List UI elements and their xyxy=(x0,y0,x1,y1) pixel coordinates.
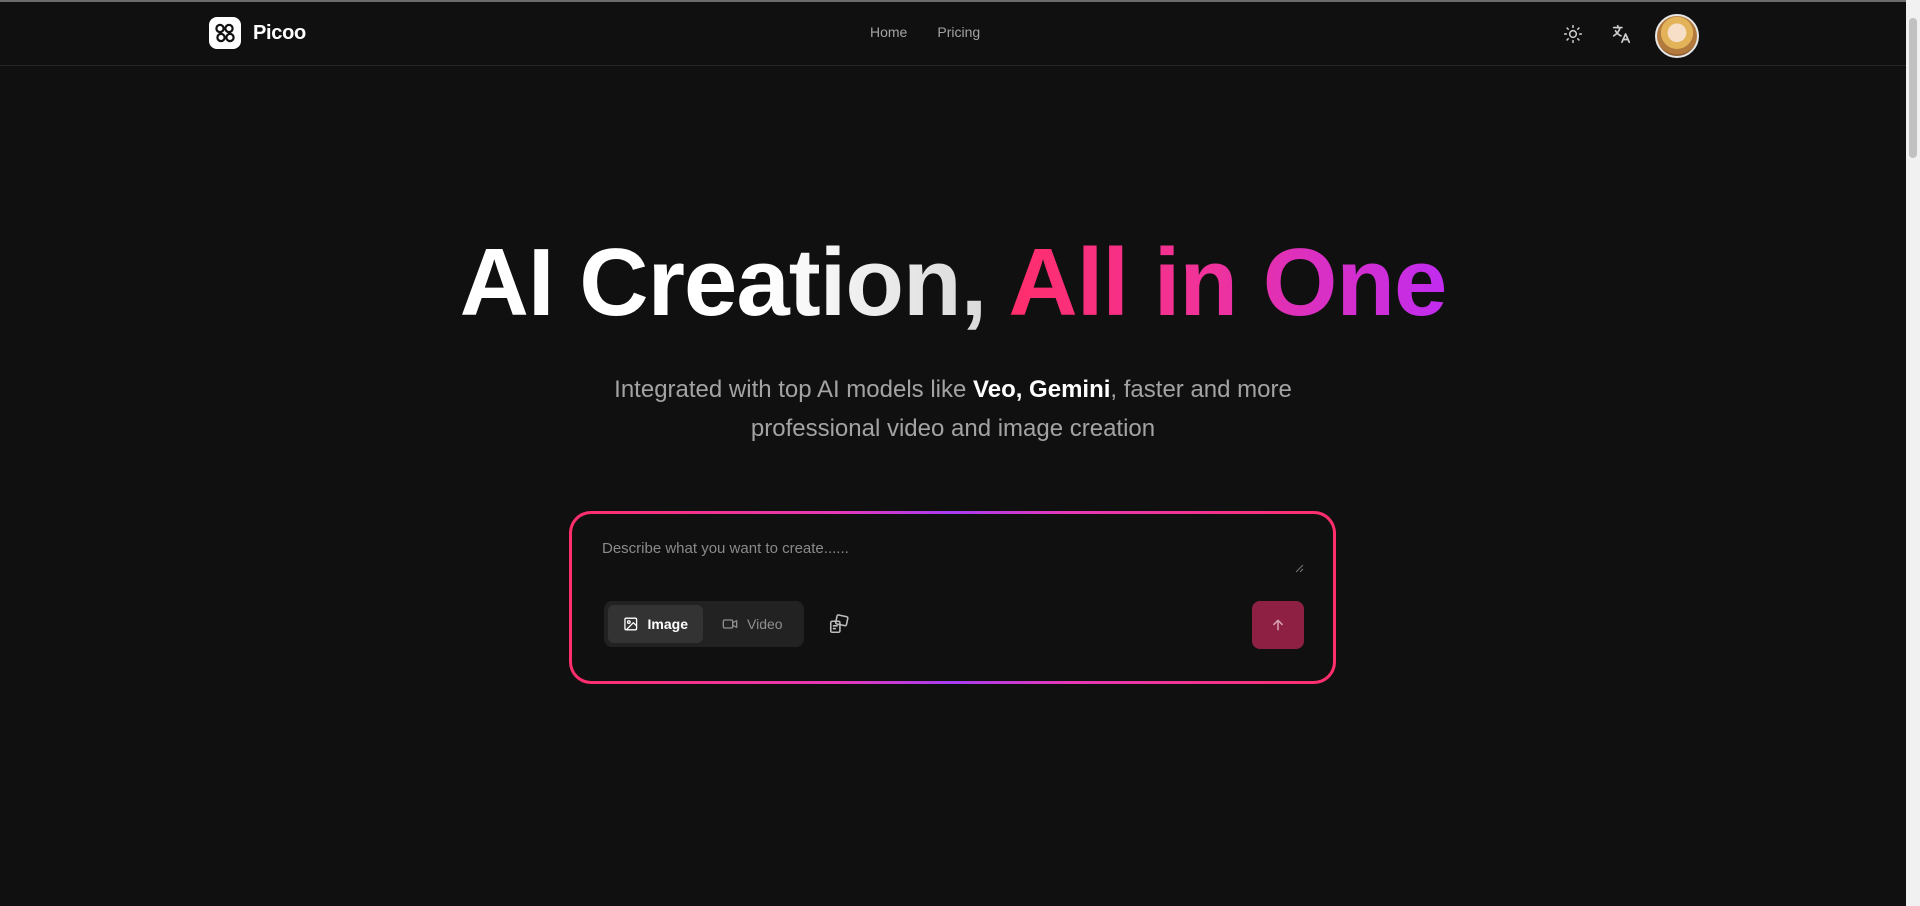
nav-link-pricing[interactable]: Pricing xyxy=(937,24,980,40)
aspect-ratio-icon xyxy=(829,614,849,634)
mode-image-button[interactable]: Image xyxy=(608,605,703,643)
hero-title-main: AI Creation, xyxy=(459,229,1009,336)
language-button[interactable] xyxy=(1610,23,1632,45)
mode-toggle: Image Video xyxy=(604,601,804,647)
brand-link[interactable]: Picoo xyxy=(209,17,306,49)
send-button[interactable] xyxy=(1252,601,1304,649)
hero-title-highlight: All in One xyxy=(1008,229,1447,336)
picoo-logo-icon xyxy=(209,17,241,49)
theme-toggle-button[interactable] xyxy=(1562,23,1584,45)
translate-icon xyxy=(1612,24,1631,44)
aspect-ratio-button[interactable] xyxy=(827,612,851,636)
page-scrollbar[interactable] xyxy=(1906,0,1920,906)
nav-link-home[interactable]: Home xyxy=(870,24,907,40)
subtitle-models: Veo, Gemini xyxy=(973,376,1111,403)
subtitle-text-pre: Integrated with top AI models like xyxy=(614,376,974,403)
hero-subtitle: Integrated with top AI models like Veo, … xyxy=(560,370,1346,448)
image-icon xyxy=(624,617,638,631)
scrollbar-thumb[interactable] xyxy=(1909,18,1917,158)
mode-video-label: Video xyxy=(747,616,783,632)
brand-name: Picoo xyxy=(253,21,306,44)
user-avatar[interactable] xyxy=(1655,14,1699,58)
prompt-input[interactable] xyxy=(602,540,1302,584)
resize-grip-icon[interactable] xyxy=(1294,563,1304,573)
mode-image-label: Image xyxy=(647,616,688,632)
arrow-up-icon xyxy=(1273,619,1283,631)
hero-title: AI Creation, All in One xyxy=(0,228,1906,338)
main-nav: Home Pricing xyxy=(870,24,980,40)
mode-video-button[interactable]: Video xyxy=(707,605,800,643)
video-icon xyxy=(722,619,738,629)
prompt-composer-inner: Image Video xyxy=(572,514,1333,681)
sun-icon xyxy=(1563,24,1583,44)
prompt-composer: Image Video xyxy=(569,511,1336,684)
top-nav-bar: Picoo Home Pricing xyxy=(0,2,1906,66)
